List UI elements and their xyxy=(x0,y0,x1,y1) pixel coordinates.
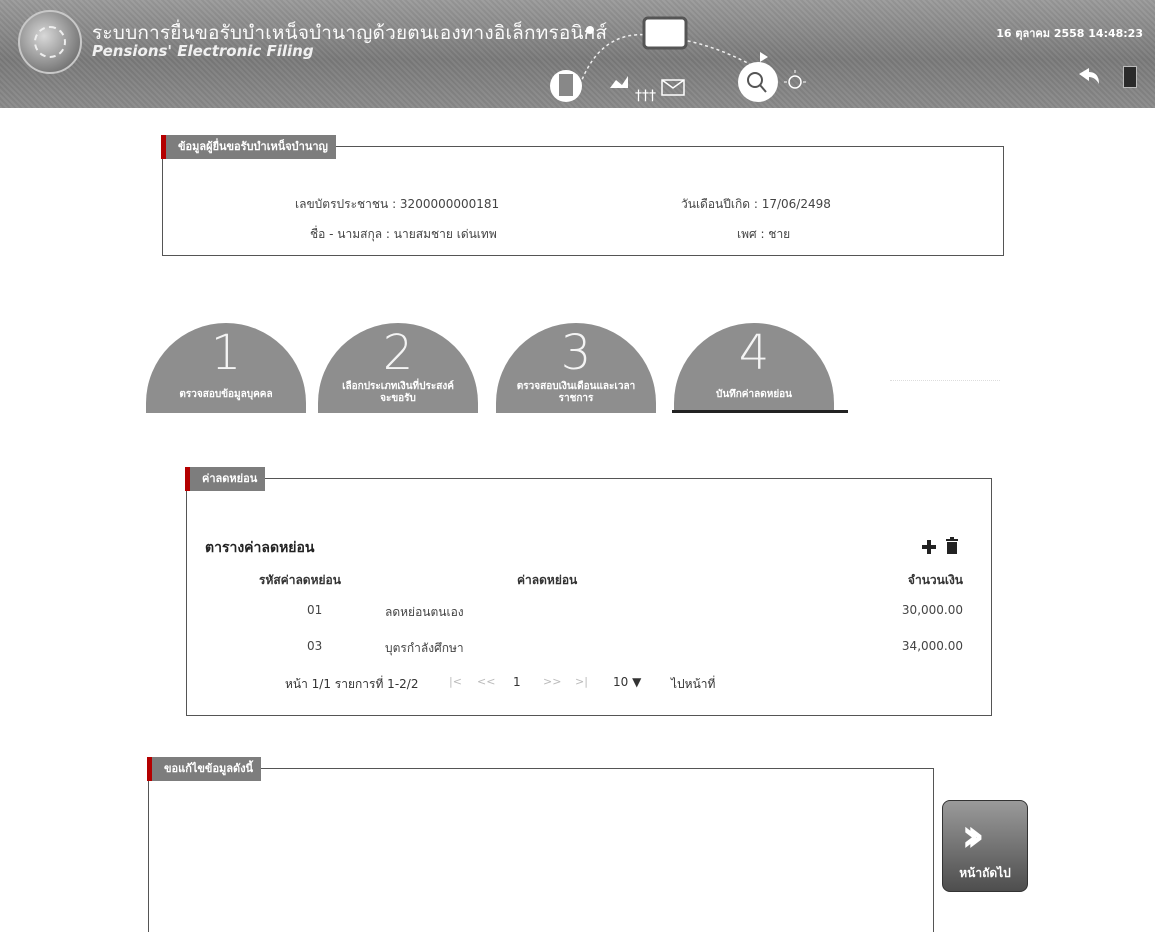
header-decoration: ††† xyxy=(540,10,900,108)
step-5-placeholder xyxy=(880,320,1010,410)
step-label: ตรวจสอบข้อมูลบุคคล xyxy=(179,389,273,400)
trash-icon[interactable] xyxy=(945,537,959,555)
step-number: 3 xyxy=(560,325,592,381)
full-name: ชื่อ - นามสกุล : นายสมชาย เด่นเทพ xyxy=(310,227,497,241)
applicant-info-panel: ข้อมูลผู้ยื่นขอรับบำเหน็จบำนาญ เลขบัตรปร… xyxy=(161,135,1004,256)
page-size-select[interactable]: 10 ▼ xyxy=(613,675,641,689)
current-page[interactable]: 1 xyxy=(513,675,521,689)
app-title-english: Pensions' Electronic Filing xyxy=(92,42,314,60)
step-2[interactable]: 2 เลือกประเภทเงินที่ประสงค์จะขอรับ xyxy=(318,323,478,413)
deduction-panel: ค่าลดหย่อน ตารางค่าลดหย่อน รหัสค่าลดหย่อ… xyxy=(185,467,992,716)
citizen-id: เลขบัตรประชาชน : 3200000000181 xyxy=(295,197,500,211)
current-datetime: 16 ตุลาคม 2558 14:48:23 xyxy=(996,27,1143,40)
deduction-table-title: ตารางค่าลดหย่อน xyxy=(205,540,315,556)
step-number: 2 xyxy=(382,325,414,381)
pager-info: หน้า 1/1 รายการที่ 1-2/2 xyxy=(285,677,419,691)
svg-text:†††: ††† xyxy=(635,88,656,104)
row-amount: 34,000.00 xyxy=(901,639,963,653)
header-name: ค่าลดหย่อน xyxy=(517,573,578,587)
row-name: บุตรกำลังศึกษา xyxy=(385,641,464,655)
logout-icon[interactable] xyxy=(1123,66,1137,88)
step-number: 4 xyxy=(738,325,770,381)
step-number: 1 xyxy=(210,325,242,381)
row-name: ลดหย่อนตนเอง xyxy=(385,605,464,619)
step-1[interactable]: 1 ตรวจสอบข้อมูลบุคคล xyxy=(146,323,306,413)
add-icon[interactable] xyxy=(921,539,937,555)
remark-legend: ขอแก้ไขข้อมูลดังนี้ xyxy=(147,757,262,781)
gender: เพศ : ชาย xyxy=(737,227,791,241)
step-label: เลือกประเภทเงินที่ประสงค์จะขอรับ xyxy=(342,381,454,404)
step-label: บันทึกค่าลดหย่อน xyxy=(715,389,793,400)
step-4[interactable]: 4 บันทึกค่าลดหย่อน xyxy=(674,323,834,413)
row-amount: 30,000.00 xyxy=(901,603,963,617)
header-code: รหัสค่าลดหย่อน xyxy=(259,573,341,587)
first-page-button[interactable]: |< xyxy=(449,675,462,688)
deduction-legend: ค่าลดหย่อน xyxy=(185,467,266,491)
goto-page-label[interactable]: ไปหน้าที่ xyxy=(671,675,715,694)
row-code: 01 xyxy=(307,603,323,617)
prev-page-button[interactable]: << xyxy=(477,675,495,688)
row-code: 03 xyxy=(307,639,323,653)
last-page-button[interactable]: >| xyxy=(575,675,588,688)
applicant-info-legend: ข้อมูลผู้ยื่นขอรับบำเหน็จบำนาญ xyxy=(161,135,336,159)
next-page-button[interactable]: ›› หน้าถัดไป xyxy=(942,800,1028,892)
remark-panel: ขอแก้ไขข้อมูลดังนี้ xyxy=(147,757,934,932)
agency-logo xyxy=(18,10,82,74)
step-label: ตรวจสอบเงินเดือนและเวลาราชการ xyxy=(516,381,636,404)
header-amount: จำนวนเงิน xyxy=(907,573,963,587)
active-step-indicator xyxy=(672,410,848,413)
birth-date: วันเดือนปีเกิด : 17/06/2498 xyxy=(681,197,831,211)
double-chevron-right-icon: ›› xyxy=(961,808,985,862)
back-icon[interactable] xyxy=(1077,66,1103,86)
next-page-button[interactable]: >> xyxy=(543,675,561,688)
app-header: ระบบการยื่นขอรับบำเหน็จบำนาญด้วยตนเองทาง… xyxy=(0,0,1155,108)
step-3[interactable]: 3 ตรวจสอบเงินเดือนและเวลาราชการ xyxy=(496,323,656,413)
next-button-label: หน้าถัดไป xyxy=(959,866,1011,880)
